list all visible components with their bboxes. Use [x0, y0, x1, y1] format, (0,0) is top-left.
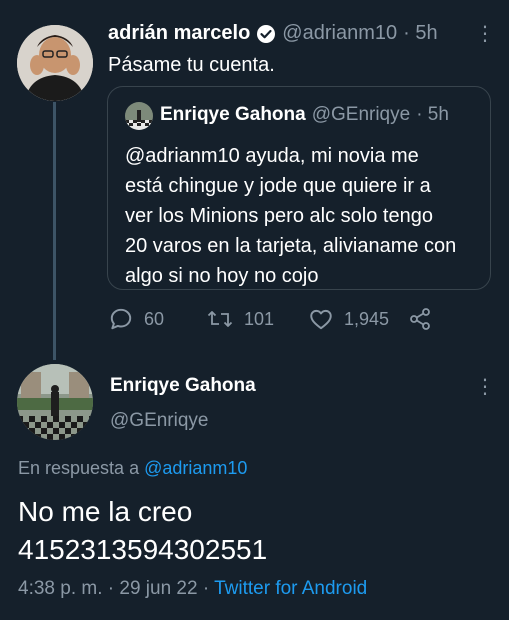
quoted-tweet-text: @adrianm10 ayuda, mi novia me está ching… [125, 141, 485, 291]
quoted-author-name[interactable]: Enriqye Gahona [160, 104, 306, 126]
author-name[interactable]: adrián marcelo [108, 22, 250, 45]
author-handle[interactable]: @adrianm10 [282, 22, 397, 45]
heart-icon [310, 309, 332, 330]
replying-to-line: En respuesta a @adrianm10 [18, 458, 247, 479]
quoted-tweet-time[interactable]: · 5h [416, 104, 449, 126]
reply-author-handle[interactable]: @GEnriqye [110, 410, 209, 432]
avatar[interactable] [17, 25, 93, 101]
reply-author-name[interactable]: Enriqye Gahona [110, 375, 256, 397]
share-button[interactable] [408, 307, 432, 336]
reply-text-line: 4152313594302551 [18, 534, 268, 565]
quoted-text-line: algo si no hoy no cojo [125, 265, 319, 287]
like-count: 1,945 [344, 308, 390, 329]
quoted-text-line: 20 varos en la tarjeta, alivianame con [125, 235, 457, 257]
share-icon [410, 308, 430, 330]
replying-to-prefix: En respuesta a [18, 458, 140, 478]
reply-author-avatar[interactable] [17, 364, 93, 440]
quoted-avatar-image [125, 102, 153, 130]
like-button[interactable]: 1,945 [308, 306, 389, 332]
reply-more-options-icon[interactable]: ⋮ [475, 377, 495, 397]
reply-count: 60 [144, 308, 165, 329]
retweet-icon [207, 311, 233, 327]
quoted-text-line: @adrianm10 ayuda, mi novia me [125, 145, 419, 167]
reply-timestamp: 4:38 p. m. · 29 jun 22 · [18, 578, 210, 599]
quoted-text-line: ver los Minions pero alc solo tengo [125, 205, 433, 227]
quoted-author-handle[interactable]: @GEnriqye [312, 104, 411, 126]
reply-metadata: 4:38 p. m. · 29 jun 22 · Twitter for And… [18, 578, 367, 600]
reply-avatar-image [17, 364, 93, 440]
quoted-tweet-header: Enriqye Gahona @GEnriqye · 5h [160, 104, 449, 126]
reply-text-line: No me la creo [18, 496, 193, 527]
more-options-icon[interactable]: ⋮ [475, 24, 495, 44]
quoted-text-line: está chingue y jode que quiere ir a [125, 175, 431, 197]
retweet-button[interactable]: 101 [206, 306, 274, 332]
reply-text: No me la creo 4152313594302551 [18, 493, 267, 569]
tweet-text: Pásame tu cuenta. [108, 54, 275, 76]
tweet-header: adrián marcelo @adrianm10 · 5h [108, 22, 438, 45]
replying-to-handle[interactable]: @adrianm10 [144, 458, 247, 478]
quoted-author-avatar[interactable] [125, 102, 153, 130]
verified-badge-icon [256, 24, 276, 44]
thread-connector-line [53, 102, 56, 360]
avatar-image [17, 25, 93, 101]
tweet-time[interactable]: · 5h [403, 22, 437, 45]
reply-source-link[interactable]: Twitter for Android [214, 578, 367, 599]
reply-button[interactable]: 60 [108, 306, 164, 332]
retweet-count: 101 [244, 308, 275, 329]
reply-icon [110, 308, 132, 330]
